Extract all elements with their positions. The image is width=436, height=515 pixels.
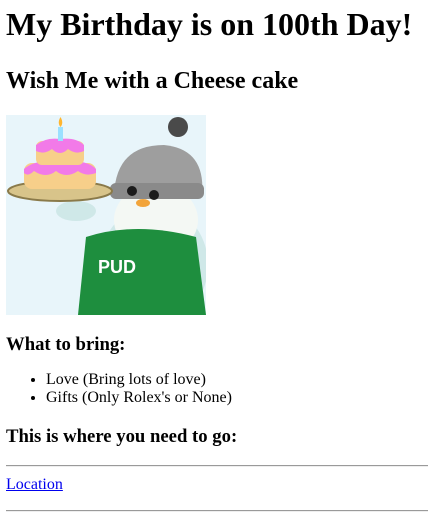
penguin-left-eye bbox=[127, 186, 137, 196]
penguin-cake-image: PUD bbox=[6, 115, 206, 315]
go-heading: This is where you need to go: bbox=[6, 426, 238, 447]
bring-heading: What to bring: bbox=[6, 334, 126, 355]
page-subtitle: Wish Me with a Cheese cake bbox=[6, 68, 299, 94]
bring-list: Love (Bring lots of love) Gifts (Only Ro… bbox=[6, 371, 428, 407]
list-item: Love (Bring lots of love) bbox=[46, 371, 428, 389]
apron-text: PUD bbox=[98, 257, 136, 277]
page-content: My Birthday is on 100th Day! Wish Me wit… bbox=[0, 6, 436, 512]
candle bbox=[58, 127, 63, 141]
list-item: Gifts (Only Rolex's or None) bbox=[46, 389, 428, 407]
bottom-divider bbox=[6, 510, 428, 512]
page-title: My Birthday is on 100th Day! bbox=[6, 6, 413, 42]
top-divider bbox=[6, 465, 428, 467]
beanie-pompom bbox=[168, 117, 188, 137]
penguin-arm bbox=[56, 201, 96, 221]
location-link[interactable]: Location bbox=[6, 476, 428, 494]
penguin-beak bbox=[136, 199, 150, 207]
penguin-right-eye bbox=[149, 190, 159, 200]
